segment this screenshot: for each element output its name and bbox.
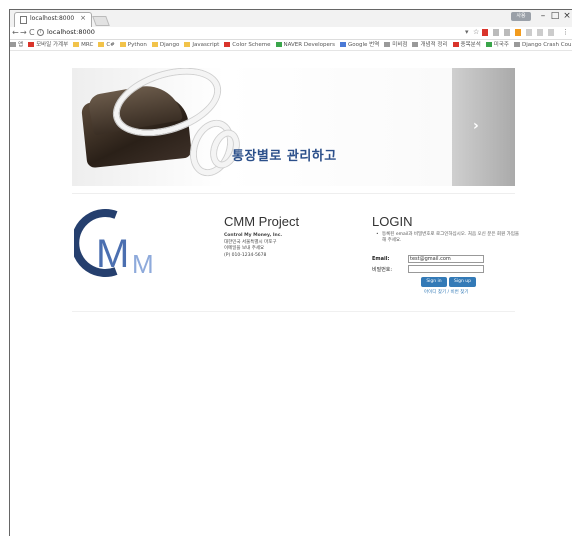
bookmarks-bar: 앱 모바일 가계부 MRC C# Python Django Javascript Color… — [10, 40, 572, 51]
dropdown-icon[interactable]: ▾ — [465, 28, 469, 36]
bookmark-label: MRC — [81, 42, 94, 48]
bookmark-icon — [513, 41, 520, 47]
bookmark-item[interactable]: 앱 — [10, 40, 24, 50]
divider — [72, 193, 515, 194]
address-bar[interactable]: i localhost:8000 — [37, 28, 457, 38]
bookmark-item[interactable]: 미비점 — [384, 40, 408, 50]
tab-bar: localhost:8000 × 사용 – □ × — [10, 10, 572, 27]
bookmark-icon — [275, 41, 282, 47]
maximize-button[interactable]: □ — [549, 11, 561, 21]
extension-icon[interactable] — [504, 29, 510, 36]
carousel-next-control[interactable] — [452, 68, 515, 186]
bookmark-icon — [340, 41, 347, 47]
extension-icon[interactable] — [548, 29, 554, 36]
new-tab-button[interactable] — [92, 16, 110, 26]
carousel-slide: 통장별로 관리하고 — [72, 68, 452, 186]
bookmark-label: 종목분석 — [460, 42, 481, 48]
cmm-logo: M M — [71, 209, 164, 279]
bookmark-label: Python — [127, 42, 147, 48]
info-icon[interactable]: i — [37, 29, 44, 36]
navigation-bar: ← → C i localhost:8000 ▾ ☆ ⋮ — [10, 27, 572, 40]
extension-icon[interactable] — [482, 29, 488, 36]
bookmark-label: Django — [159, 42, 180, 48]
email-field[interactable]: test@gmail.com — [408, 255, 484, 263]
page-content: 통장별로 관리하고 › M M CMM Project Control My M… — [10, 51, 572, 536]
extension-icon[interactable] — [515, 29, 521, 36]
bookmark-item[interactable]: Javascript — [184, 40, 220, 50]
tab-title: localhost:8000 — [30, 15, 75, 22]
tab-close-icon[interactable]: × — [80, 14, 86, 22]
close-window-button[interactable]: × — [561, 11, 572, 21]
bookmark-item[interactable]: 종목분석 — [452, 40, 481, 50]
bookmark-label: 미국주 — [493, 42, 509, 48]
hero-carousel: 통장별로 관리하고 › — [72, 68, 515, 186]
bookmark-item[interactable]: 모바일 가계부 — [28, 40, 69, 50]
reload-button[interactable]: C — [29, 28, 35, 37]
divider — [72, 311, 515, 312]
url-text: localhost:8000 — [47, 28, 95, 36]
bookmark-item[interactable]: Django — [151, 40, 180, 50]
menu-icon[interactable]: ⋮ — [562, 28, 569, 36]
login-title: LOGIN — [372, 214, 413, 229]
bookmark-icon — [384, 41, 391, 47]
bookmark-label: 모바일 가계부 — [36, 42, 69, 48]
project-info: CMM Project Control My Money, Inc. 대한민국 … — [224, 214, 344, 259]
bookmark-icon — [412, 41, 419, 47]
minimize-button[interactable]: – — [537, 11, 549, 21]
bookmark-label: 개념적 정리 — [420, 42, 448, 48]
bookmark-label: NAVER Developers — [283, 42, 336, 48]
bookmark-item[interactable]: Python — [119, 40, 147, 50]
folder-icon — [98, 41, 105, 47]
folder-icon — [151, 41, 158, 47]
folder-icon — [119, 41, 126, 47]
extension-icon[interactable] — [493, 29, 499, 36]
profile-button[interactable]: 사용 — [511, 12, 531, 21]
bookmark-icon — [485, 41, 492, 47]
bookmark-item[interactable]: Color Scheme — [224, 40, 271, 50]
svg-text:M: M — [132, 249, 154, 279]
bookmark-label: Django Crash Course — [521, 42, 572, 48]
star-icon[interactable]: ☆ — [473, 28, 479, 36]
bookmark-item[interactable]: Google 번역 — [340, 40, 380, 50]
bookmark-icon — [224, 41, 231, 47]
find-account-link[interactable]: 아이디 찾기 / 비번 찾기 — [424, 289, 469, 295]
browser-window: localhost:8000 × 사용 – □ × ← → C i localh… — [9, 9, 572, 536]
extension-icon[interactable] — [526, 29, 532, 36]
page-icon — [20, 16, 27, 24]
forward-button[interactable]: → — [20, 28, 27, 37]
bookmark-item[interactable]: NAVER Developers — [275, 40, 336, 50]
password-field[interactable] — [408, 265, 484, 273]
bookmark-item[interactable]: MRC — [73, 40, 94, 50]
extension-icon[interactable] — [537, 29, 543, 36]
folder-icon — [184, 41, 191, 47]
carousel-caption: 통장별로 관리하고 — [232, 149, 337, 164]
bookmark-label: Google 번역 — [348, 42, 380, 48]
bookmark-icon — [452, 41, 459, 47]
bookmark-item[interactable]: 미국주 — [485, 40, 509, 50]
bookmark-label: 앱 — [18, 42, 24, 48]
bookmark-item[interactable]: Django Crash Course — [513, 40, 572, 50]
bookmark-icon — [28, 41, 35, 47]
project-title: CMM Project — [224, 214, 300, 229]
phone-line: (P) 010-1234-5678 — [224, 252, 267, 258]
bookmark-item[interactable]: 개념적 정리 — [412, 40, 448, 50]
bookmark-label: C# — [106, 42, 115, 48]
sign-up-button[interactable]: Sign up — [449, 277, 476, 287]
bookmark-label: 미비점 — [392, 42, 408, 48]
folder-icon — [73, 41, 80, 47]
bookmark-label: Color Scheme — [232, 42, 271, 48]
sign-in-button[interactable]: Sign in — [421, 277, 447, 287]
login-panel: LOGIN 등록된 email과 비밀번호로 로그인하십시오. 처음 오신 분은… — [372, 214, 522, 295]
svg-text:M: M — [96, 232, 129, 276]
back-button[interactable]: ← — [12, 28, 19, 37]
login-notice: 등록된 email과 비밀번호로 로그인하십시오. 처음 오신 분은 회원 가입… — [372, 232, 522, 244]
email-label: Email: — [372, 256, 390, 262]
bookmark-item[interactable]: C# — [98, 40, 115, 50]
chevron-right-icon[interactable]: › — [473, 118, 479, 134]
bookmark-icon — [10, 41, 16, 47]
password-label: 비밀번호: — [372, 267, 393, 273]
bookmark-label: Javascript — [192, 42, 220, 48]
browser-tab[interactable]: localhost:8000 × — [14, 12, 92, 27]
